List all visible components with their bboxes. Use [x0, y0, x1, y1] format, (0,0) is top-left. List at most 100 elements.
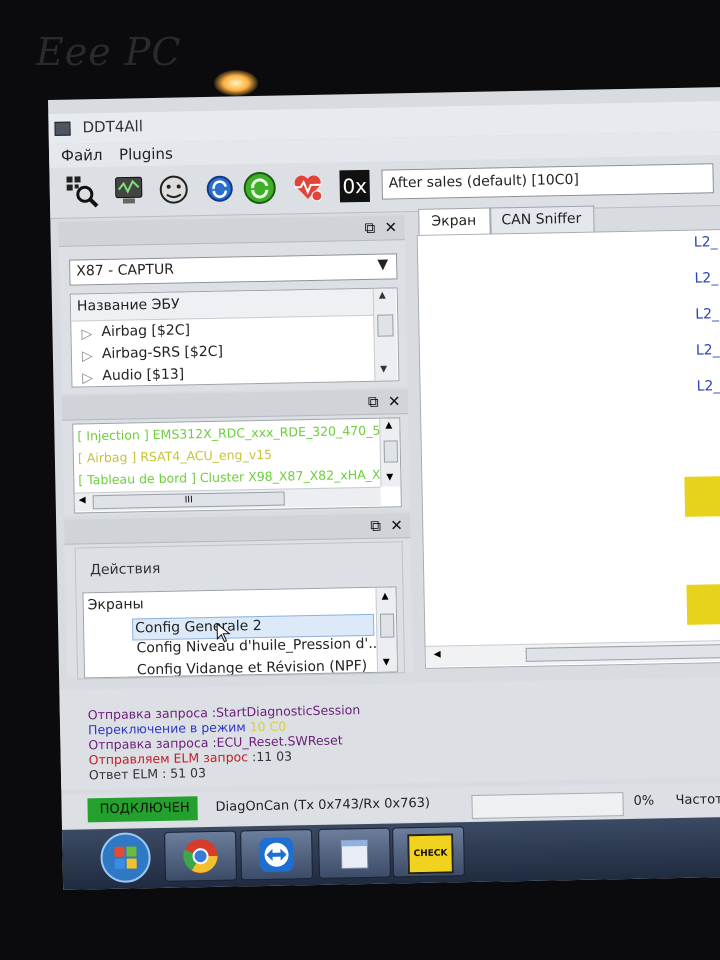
- menu-plugins[interactable]: Plugins: [119, 145, 173, 164]
- ecu-list-header-label: Название ЭБУ: [76, 296, 180, 315]
- scroll-up-icon[interactable]: ▲: [379, 291, 386, 301]
- ecu-file-cluster[interactable]: [ Tableau de bord ] Cluster X98_X87_X82_…: [78, 467, 388, 488]
- log-line-5: Ответ ELM : 51 03: [89, 765, 206, 782]
- float-icon[interactable]: ⧉: [368, 393, 379, 411]
- scroll-thumb[interactable]: [377, 314, 394, 337]
- screen-label: L2_: [695, 342, 720, 359]
- scroll-up-icon[interactable]: ▲: [382, 592, 389, 602]
- scroll-down-icon[interactable]: ▼: [380, 365, 387, 375]
- expand-arrow-icon[interactable]: ▷: [82, 348, 93, 364]
- ecu-list-header[interactable]: Название ЭБУ: [70, 288, 374, 322]
- close-icon[interactable]: ✕: [384, 218, 397, 236]
- float-icon[interactable]: ⧉: [370, 517, 381, 535]
- notes-icon: [340, 839, 369, 870]
- ecu-item-audio[interactable]: Audio [$13]: [102, 366, 184, 384]
- value-block[interactable]: [686, 583, 720, 625]
- ecu-files-list[interactable]: [ Injection ] EMS312X_RDC_xxx_RDE_320_47…: [72, 417, 402, 514]
- diagnostic-button[interactable]: [155, 171, 192, 208]
- ecu-file-airbag[interactable]: [ Airbag ] RSAT4_ACU_eng_v15: [78, 447, 272, 466]
- float-icon[interactable]: ⧉: [364, 219, 375, 237]
- protocol-info: DiagOnCan (Tx 0x743/Rx 0x763): [215, 795, 431, 815]
- connected-badge: ПОДКЛЮЧЕН: [87, 796, 198, 823]
- scroll-left-icon[interactable]: ◀: [434, 650, 441, 660]
- taskbar-chrome[interactable]: [164, 830, 238, 882]
- log-line-4-extra: :11 03: [251, 748, 293, 765]
- diagnostic-face-icon: [159, 175, 188, 204]
- expand-arrow-icon[interactable]: ▷: [82, 370, 93, 386]
- session-select[interactable]: After sales (default) [10C0]: [381, 163, 714, 200]
- vehicle-select[interactable]: X87 - CAPTUR ▼: [69, 253, 398, 286]
- start-button[interactable]: [98, 830, 153, 885]
- scroll-left-icon[interactable]: ◀: [79, 495, 86, 505]
- health-monitor-button[interactable]: [289, 169, 326, 206]
- screen-view: L2_ L2_ L2_ L2_ L2_ ◀: [416, 228, 720, 669]
- screen-config-generale-2[interactable]: Config Generale 2: [135, 618, 262, 636]
- hex-label: 0x: [342, 173, 368, 199]
- taskbar-check-engine[interactable]: CHECK: [392, 826, 465, 878]
- menu-file[interactable]: Файл: [61, 146, 103, 165]
- chevron-down-icon: ▼: [377, 256, 389, 273]
- tab-can-sniffer-label: CAN Sniffer: [501, 210, 582, 229]
- screen-label: L2_: [693, 234, 718, 251]
- vehicle-panel: ⧉ ✕ X87 - CAPTUR ▼ Название ЭБУ ▷ Airbag…: [58, 215, 408, 394]
- ecu-files-vscroll[interactable]: ▲ ▼: [379, 418, 402, 487]
- vehicle-panel-dockbar: ⧉ ✕: [58, 215, 405, 247]
- tab-screen[interactable]: Экран: [418, 207, 491, 236]
- check-engine-icon: CHECK: [407, 833, 454, 875]
- tab-screen-label: Экран: [431, 212, 477, 230]
- hscroll-thumb[interactable]: [525, 643, 720, 662]
- scan-magnifier-icon: [66, 176, 99, 208]
- screen-config-niveau-huile[interactable]: Config Niveau d'huile_Pression d'...: [136, 636, 381, 657]
- tab-can-sniffer[interactable]: CAN Sniffer: [490, 205, 595, 235]
- hscroll-thumb[interactable]: III: [92, 491, 285, 510]
- close-icon[interactable]: ✕: [388, 392, 401, 410]
- ecu-list-scrollbar[interactable]: ▲ ▼: [372, 288, 398, 381]
- check-label: CHECK: [413, 848, 448, 860]
- ecu-files-panel: ⧉ ✕ [ Injection ] EMS312X_RDC_xxx_RDE_32…: [61, 389, 410, 516]
- connect-button[interactable]: [241, 170, 278, 207]
- hex-button[interactable]: 0x: [339, 169, 371, 203]
- taskbar-notes[interactable]: [318, 827, 391, 879]
- windows-start-icon: [100, 832, 151, 883]
- chrome-icon: [183, 839, 218, 874]
- ecu-item-airbag[interactable]: Airbag [$2C]: [101, 322, 190, 340]
- actions-dockbar: ⧉ ✕: [64, 513, 411, 545]
- expand-arrow-icon[interactable]: ▷: [81, 326, 92, 342]
- log-area: Отправка запроса :StartDiagnosticSession…: [59, 676, 720, 790]
- scroll-down-icon[interactable]: ▼: [386, 472, 393, 482]
- progress-bar: [471, 792, 624, 819]
- screens-header[interactable]: Экраны: [88, 596, 144, 613]
- screens-vscroll[interactable]: ▲ ▼: [375, 587, 399, 672]
- refresh-icon: [206, 175, 233, 202]
- session-value: After sales (default) [10C0]: [388, 171, 580, 192]
- scan-ecus-button[interactable]: [63, 173, 100, 210]
- actions-groupbox: Действия Экраны Config Generale 2 Config…: [74, 541, 406, 680]
- ecu-files-dockbar: ⧉ ✕: [61, 389, 409, 421]
- connected-label: ПОДКЛЮЧЕН: [99, 800, 190, 818]
- log-line-5-text: Ответ ELM : 51 03: [88, 765, 207, 783]
- screens-tree[interactable]: Экраны Config Generale 2 Config Niveau d…: [82, 586, 399, 679]
- ecu-item-airbag-srs[interactable]: Airbag-SRS [$2C]: [102, 344, 223, 362]
- screen-label: L2_: [694, 270, 719, 287]
- scroll-up-icon[interactable]: ▲: [385, 420, 392, 430]
- close-icon[interactable]: ✕: [390, 516, 403, 534]
- screen-config-vidange[interactable]: Config Vidange et Révision (NPF): [137, 658, 367, 678]
- refresh-button[interactable]: [201, 170, 238, 207]
- log-line-4-text: Отправляем ELM запрос: [88, 749, 249, 768]
- scroll-thumb[interactable]: [379, 613, 395, 638]
- scroll-thumb[interactable]: [383, 440, 399, 463]
- taskbar-teamviewer[interactable]: [240, 829, 314, 881]
- screen-hscroll[interactable]: ◀: [425, 639, 720, 667]
- ecu-file-injection[interactable]: [ Injection ] EMS312X_RDC_xxx_RDE_320_47…: [77, 423, 389, 444]
- log-line-2-extra: 10 C0: [249, 718, 287, 735]
- scroll-grip: III: [184, 495, 193, 506]
- teamviewer-icon: [259, 837, 294, 872]
- monitor-icon: [115, 176, 143, 204]
- ecu-list[interactable]: Название ЭБУ ▷ Airbag [$2C] ▷ Airbag-SRS…: [69, 287, 400, 388]
- scroll-down-icon[interactable]: ▼: [383, 658, 390, 668]
- ecu-files-hscroll[interactable]: ◀ III: [74, 486, 381, 512]
- screen-label: L2_: [695, 306, 720, 323]
- frequency-label: Частота: [675, 792, 720, 809]
- value-block[interactable]: [684, 475, 720, 517]
- monitor-button[interactable]: [111, 172, 148, 209]
